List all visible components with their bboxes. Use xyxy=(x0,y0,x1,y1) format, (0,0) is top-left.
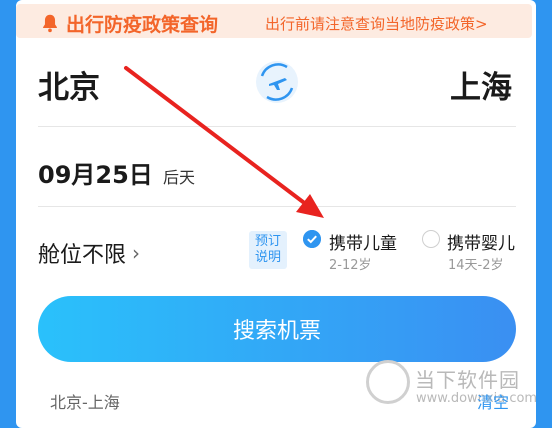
annotation-arrow-icon xyxy=(124,66,324,218)
